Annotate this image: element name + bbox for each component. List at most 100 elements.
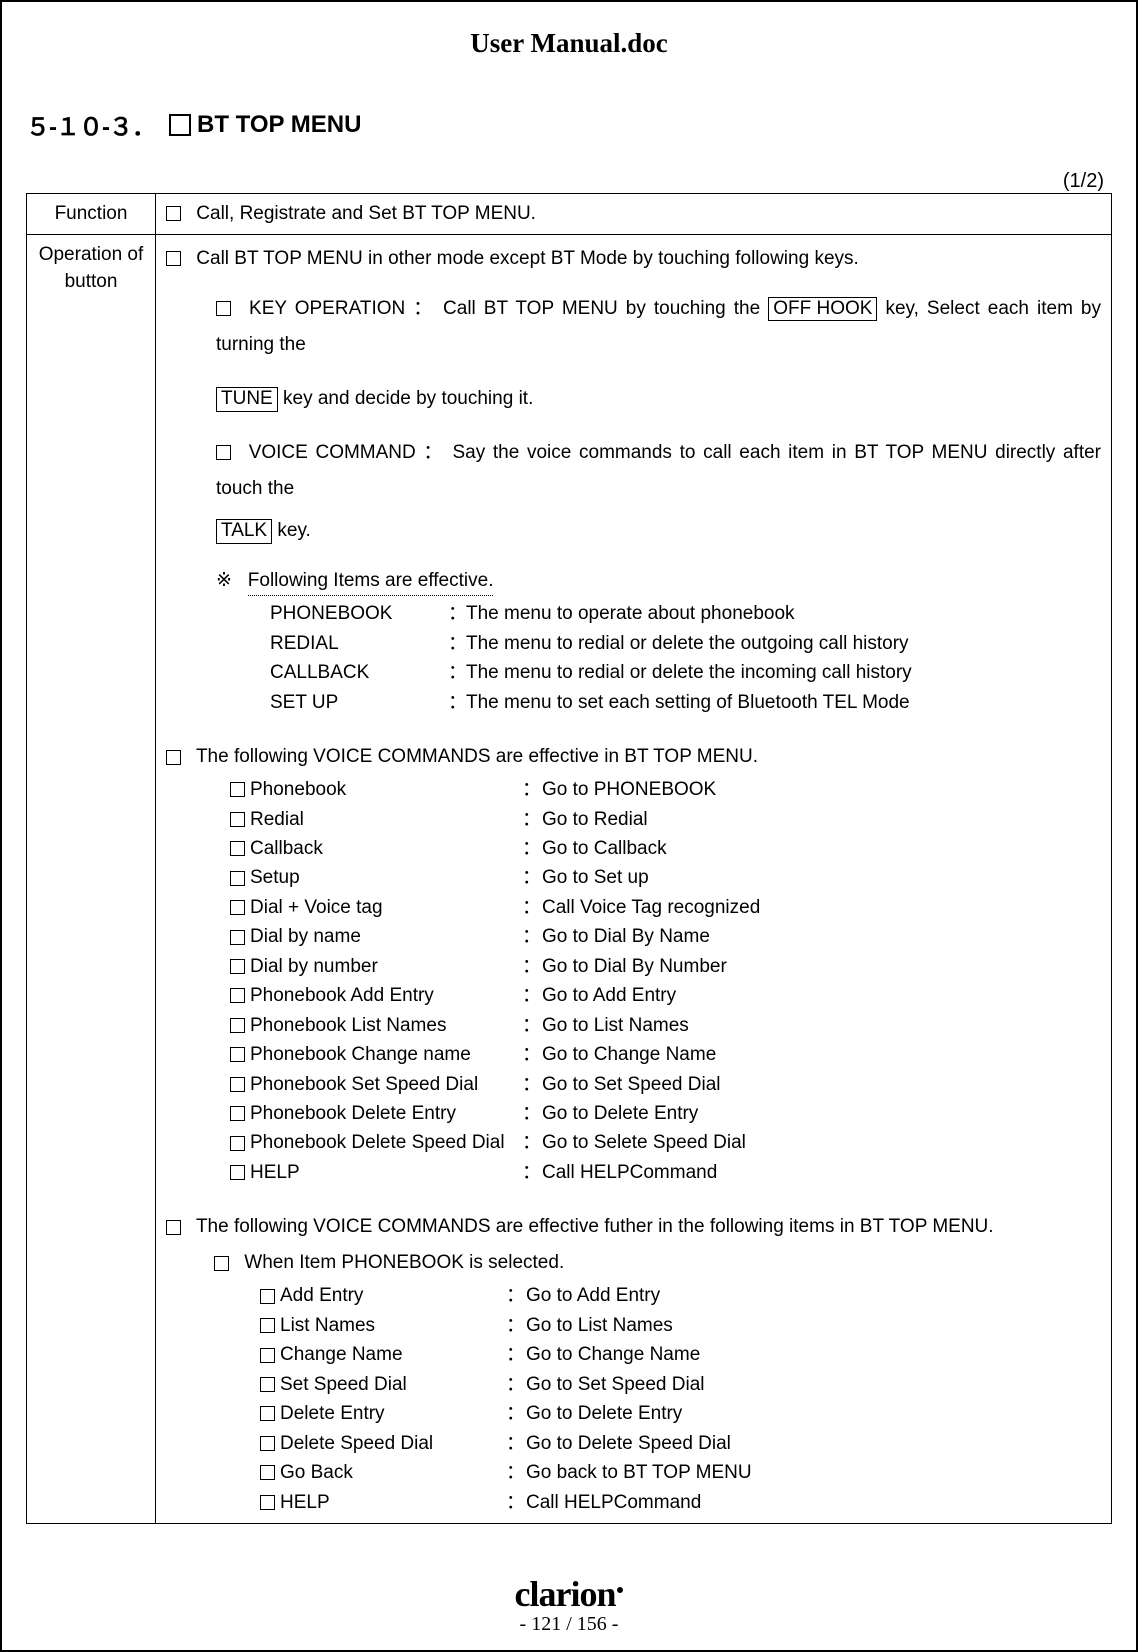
checkbox-icon — [230, 871, 245, 886]
colon: ： — [522, 922, 542, 951]
pb-desc: Go back to BT TOP MENU — [526, 1458, 1101, 1487]
pb-cmd: List Names — [280, 1311, 506, 1340]
further-intro: The following VOICE COMMANDS are effecti… — [166, 1209, 1101, 1245]
vc-desc: Go to Add Entry — [542, 981, 1101, 1010]
vc-cmd: Phonebook Change name — [250, 1040, 522, 1069]
section-title: BT TOP MENU — [197, 111, 361, 139]
colon: ： — [522, 952, 542, 981]
colon: ： — [448, 629, 466, 658]
vc-desc: Go to Set up — [542, 863, 1101, 892]
item-name: CALLBACK — [270, 658, 448, 687]
key-op-text-a: KEY OPERATION ： Call BT TOP MENU by touc… — [249, 298, 768, 319]
menu-items: PHONEBOOK：The menu to operate about phon… — [270, 599, 1101, 717]
pb-desc: Go to List Names — [526, 1311, 1101, 1340]
pb-desc: Go to Delete Speed Dial — [526, 1429, 1101, 1458]
item-desc: The menu to set each setting of Bluetoot… — [466, 688, 1101, 717]
colon: ： — [522, 1040, 542, 1069]
checkbox-icon — [230, 841, 245, 856]
section-heading: ５-１０-３． BT TOP MENU — [26, 107, 1112, 142]
key-operation-line: KEY OPERATION ： Call BT TOP MENU by touc… — [216, 291, 1101, 363]
checkbox-icon — [230, 1018, 245, 1033]
colon: ： — [522, 1128, 542, 1157]
pb-selected-text: When Item PHONEBOOK is selected. — [244, 1252, 564, 1273]
item-desc: The menu to redial or delete the incomin… — [466, 658, 1101, 687]
colon: ： — [522, 805, 542, 834]
vc-cmd: Phonebook Add Entry — [250, 981, 522, 1010]
checkbox-icon — [166, 206, 181, 221]
function-text-cell: Call, Registrate and Set BT TOP MENU. — [156, 194, 1112, 235]
checkbox-icon — [230, 1136, 245, 1151]
vc-intro-text: The following VOICE COMMANDS are effecti… — [196, 746, 758, 767]
section-number: ５-１０-３． — [26, 107, 155, 142]
page: User Manual.doc ５-１０-３． BT TOP MENU (1/2… — [0, 0, 1138, 1652]
item-name: PHONEBOOK — [270, 599, 448, 628]
colon: ： — [522, 981, 542, 1010]
checkbox-icon — [230, 812, 245, 827]
checkbox-icon — [216, 301, 231, 316]
footer: clarion - 121 / 156 - — [2, 1573, 1136, 1636]
tune-line: TUNE key and decide by touching it. — [216, 381, 1101, 417]
vc-desc: Go to PHONEBOOK — [542, 775, 1101, 804]
colon: ： — [522, 1070, 542, 1099]
checkbox-icon — [260, 1348, 275, 1363]
vc-desc: Go to Delete Entry — [542, 1099, 1101, 1128]
vc-desc: Go to Change Name — [542, 1040, 1101, 1069]
vc-cmd: Dial by number — [250, 952, 522, 981]
item-desc: The menu to operate about phonebook — [466, 599, 1101, 628]
vc-desc: Go to Callback — [542, 834, 1101, 863]
vc-cmd: Redial — [250, 805, 522, 834]
vc-cmd: Phonebook Delete Speed Dial — [250, 1128, 522, 1157]
tune-key: TUNE — [216, 387, 278, 412]
colon: ： — [506, 1429, 526, 1458]
checkbox-icon — [216, 445, 231, 460]
pb-desc: Go to Change Name — [526, 1340, 1101, 1369]
checkbox-icon — [260, 1318, 275, 1333]
colon: ： — [506, 1488, 526, 1517]
pb-cmd: Delete Entry — [280, 1399, 506, 1428]
colon: ： — [522, 863, 542, 892]
checkbox-icon — [230, 1077, 245, 1092]
operation-label-cell: Operation of button — [27, 234, 156, 1523]
checkbox-icon — [166, 251, 181, 266]
checkbox-icon — [230, 900, 245, 915]
vc-desc: Go to Redial — [542, 805, 1101, 834]
vc-cmd: Phonebook Delete Entry — [250, 1099, 522, 1128]
pb-desc: Call HELPCommand — [526, 1488, 1101, 1517]
checkbox-icon — [230, 1106, 245, 1121]
vc-list: Phonebook：Go to PHONEBOOK Redial：Go to R… — [230, 775, 1101, 1187]
pb-cmd: Go Back — [280, 1458, 506, 1487]
talk-key: TALK — [216, 519, 272, 544]
vc-desc: Call HELPCommand — [542, 1158, 1101, 1187]
colon: ： — [506, 1311, 526, 1340]
function-label-cell: Function — [27, 194, 156, 235]
item-desc: The menu to redial or delete the outgoin… — [466, 629, 1101, 658]
checkbox-icon — [260, 1289, 275, 1304]
talk-after-text: key. — [277, 520, 310, 541]
offhook-key: OFF HOOK — [768, 297, 877, 322]
talk-line: TALK key. — [216, 513, 1101, 549]
checkbox-icon — [166, 1220, 181, 1235]
vc-cmd: Dial by name — [250, 922, 522, 951]
pb-desc: Go to Delete Entry — [526, 1399, 1101, 1428]
phonebook-vc-list: Add Entry：Go to Add Entry List Names：Go … — [260, 1281, 1101, 1517]
checkbox-icon — [260, 1495, 275, 1510]
checkbox-icon — [260, 1436, 275, 1451]
checkbox-icon — [260, 1406, 275, 1421]
logo-text: clarion — [515, 1574, 616, 1614]
logo-dot-icon — [617, 1587, 623, 1593]
colon: ： — [506, 1458, 526, 1487]
checkbox-icon — [230, 1047, 245, 1062]
clarion-logo: clarion — [2, 1573, 1136, 1615]
pb-cmd: Add Entry — [280, 1281, 506, 1310]
item-name: REDIAL — [270, 629, 448, 658]
colon: ： — [506, 1370, 526, 1399]
vc-desc: Call Voice Tag recognized — [542, 893, 1101, 922]
pb-cmd: Delete Speed Dial — [280, 1429, 506, 1458]
vc-cmd: Callback — [250, 834, 522, 863]
colon: ： — [522, 775, 542, 804]
checkbox-icon — [230, 988, 245, 1003]
colon: ： — [522, 1011, 542, 1040]
note-text: Following Items are effective. — [248, 569, 494, 596]
voice-command-line: VOICE COMMAND ： Say the voice commands t… — [216, 435, 1101, 507]
pb-desc: Go to Add Entry — [526, 1281, 1101, 1310]
